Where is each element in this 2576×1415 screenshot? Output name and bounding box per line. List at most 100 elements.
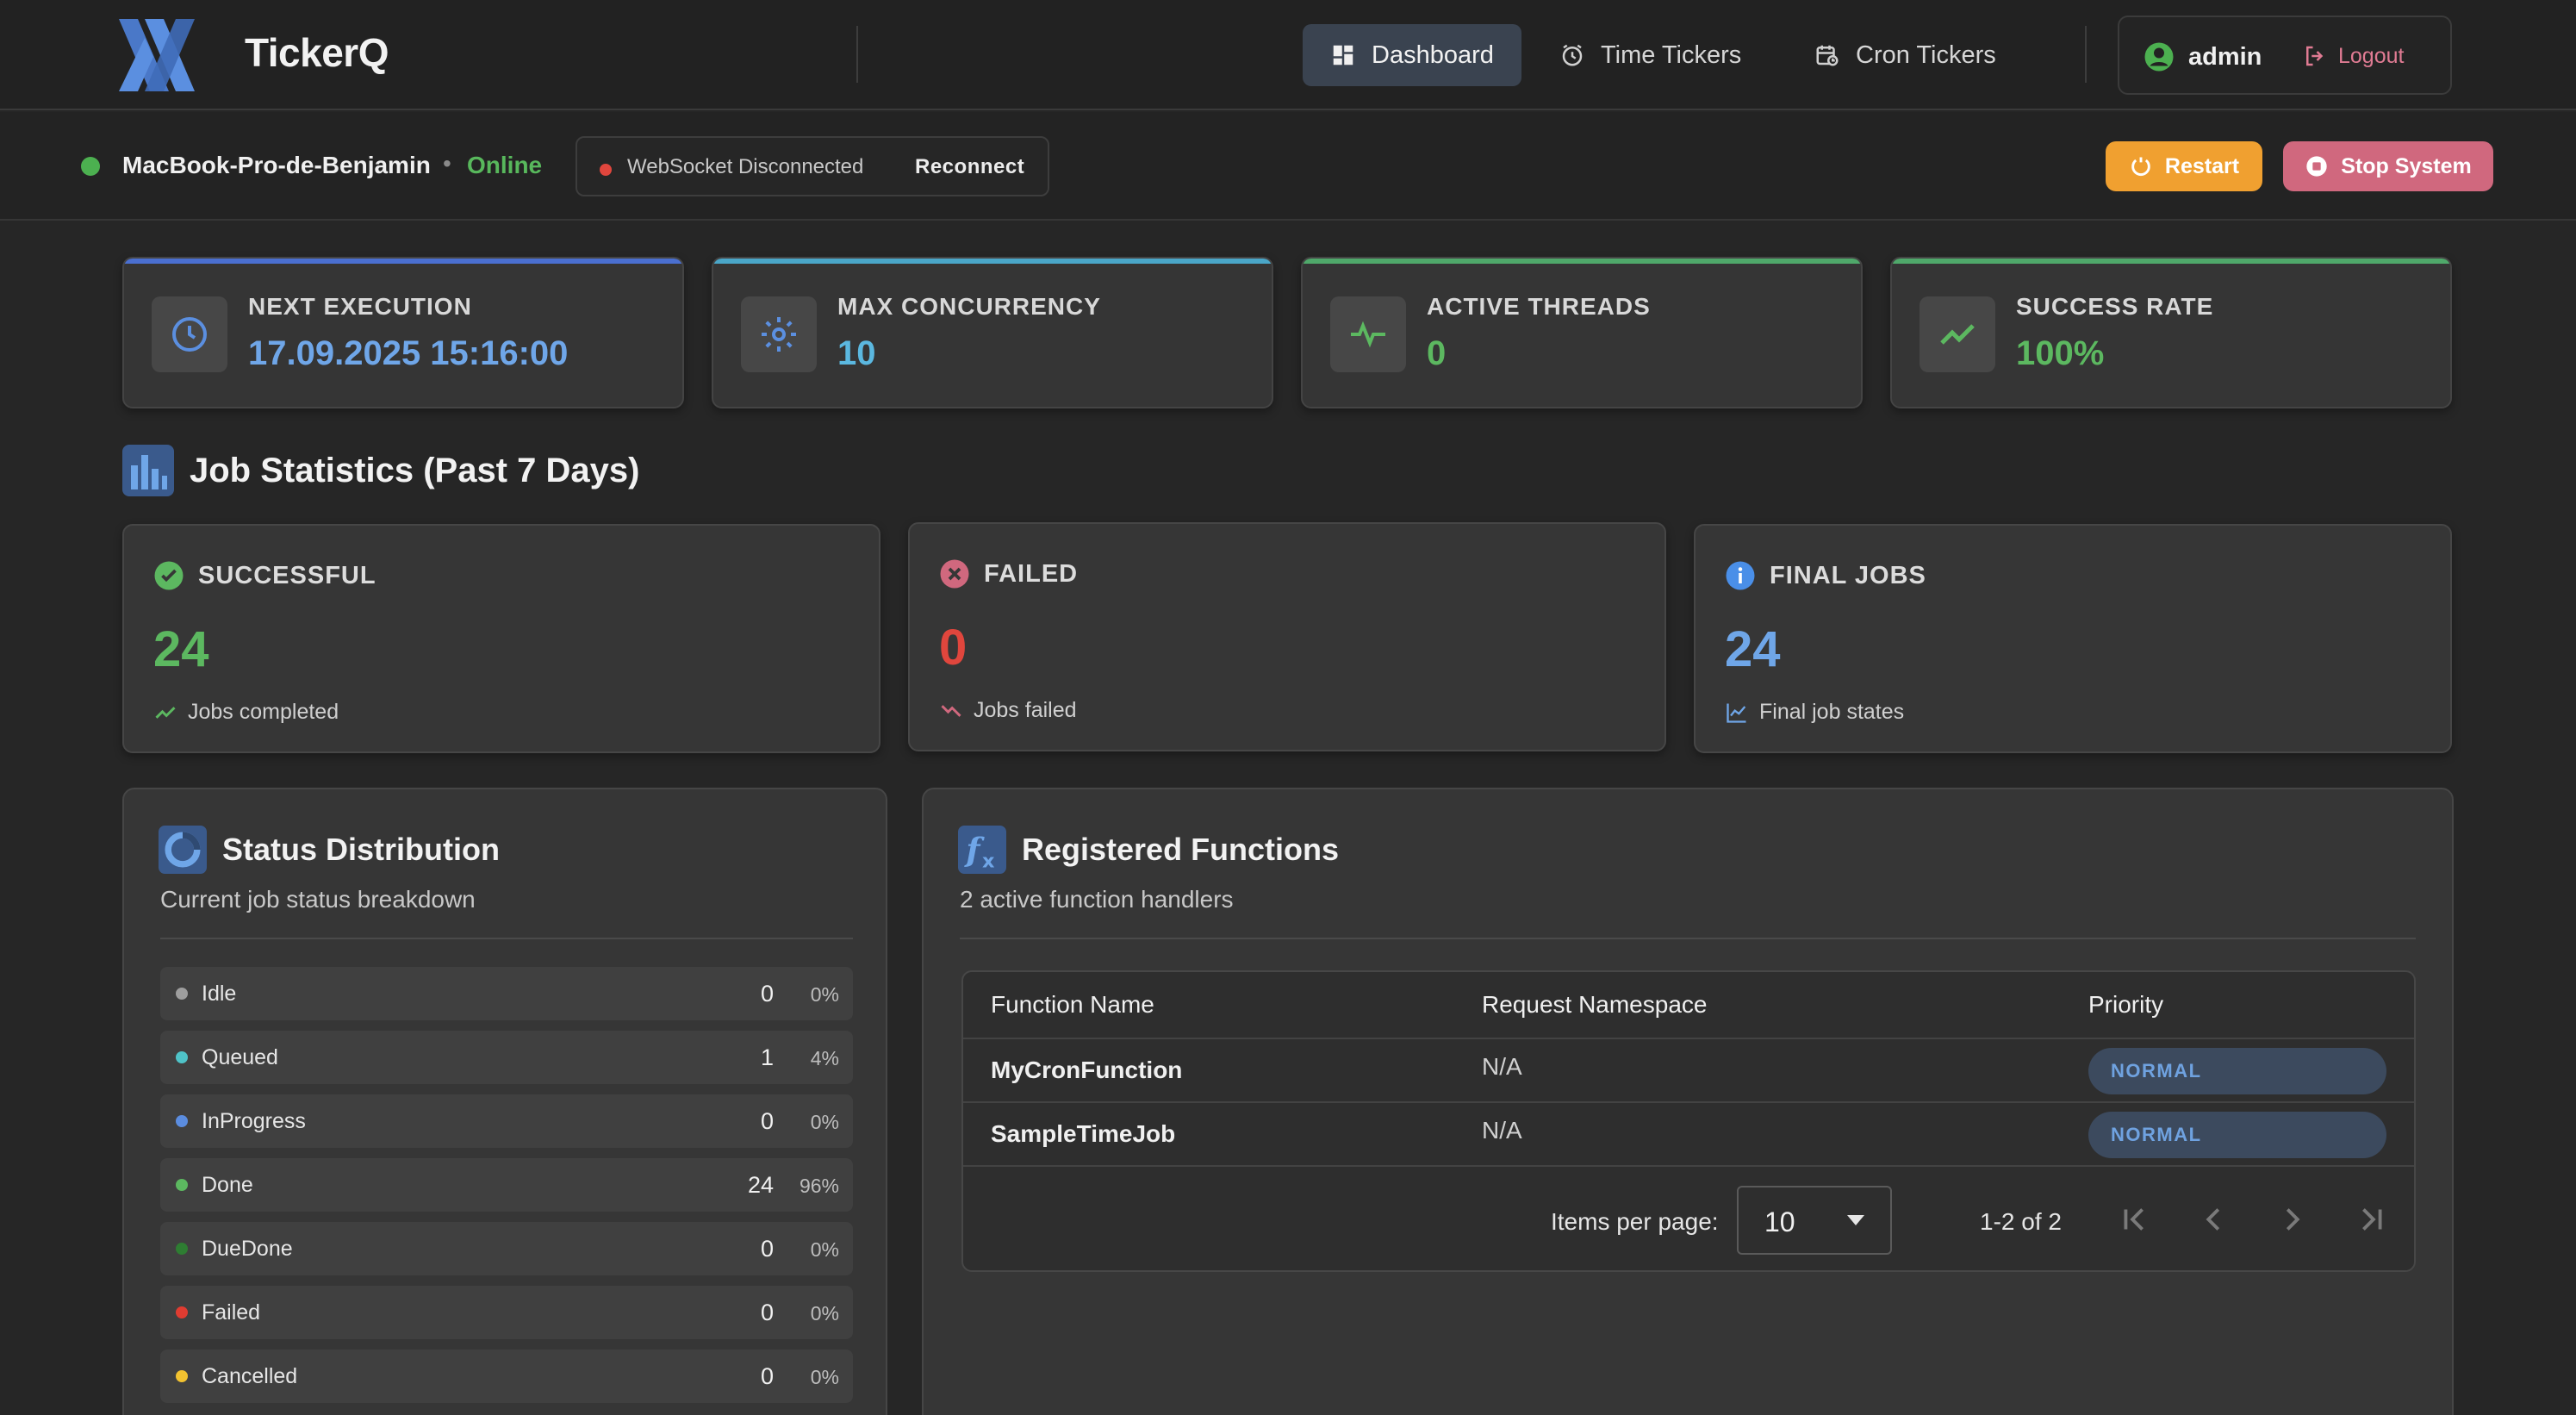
pulse-icon: [1351, 321, 1385, 348]
line-chart-icon: [1727, 703, 1746, 723]
job-card-header: FINAL JOBS: [1725, 560, 1926, 591]
status-percent: 0%: [810, 1366, 839, 1388]
stat-card-accent: [713, 259, 1272, 264]
first-page-icon: [2124, 1208, 2144, 1231]
table-row[interactable]: SampleTimeJob N/A NORMAL: [963, 1101, 2414, 1165]
websocket-status: WebSocket Disconnected Reconnect: [576, 136, 1049, 196]
status-row-failed: Failed 0 0%: [160, 1286, 853, 1339]
request-namespace: N/A: [1482, 1117, 1522, 1144]
job-statistics-heading: Job Statistics (Past 7 Days): [122, 445, 639, 496]
status-dot: [176, 1370, 188, 1382]
logout-button[interactable]: Logout: [2302, 43, 2404, 69]
job-card-sub: Jobs completed: [153, 700, 339, 725]
x-circle-icon: [940, 559, 969, 589]
host-separator: •: [443, 150, 451, 177]
nav-dashboard[interactable]: Dashboard: [1303, 24, 1521, 86]
stat-card-accent: [1892, 259, 2450, 264]
logout-label: Logout: [2338, 43, 2405, 68]
stop-system-button[interactable]: Stop System: [2283, 141, 2493, 191]
logout-icon: [2306, 46, 2324, 66]
job-card-label: SUCCESSFUL: [198, 561, 376, 589]
stop-system-label: Stop System: [2341, 153, 2472, 178]
panel-divider: [960, 938, 2416, 939]
online-status: Online: [467, 152, 543, 178]
job-card-sub: Jobs failed: [939, 698, 1077, 723]
check-circle-icon: [154, 561, 184, 590]
restart-icon: [2131, 157, 2150, 176]
panel-divider: [160, 938, 853, 939]
nav-cron-tickers[interactable]: Cron Tickers: [1787, 24, 2024, 86]
registered-functions-title: Registered Functions: [1022, 832, 1340, 867]
system-status-bar: MacBook-Pro-de-Benjamin • Online WebSock…: [0, 112, 2576, 221]
trending-up-icon: [1940, 324, 1975, 345]
restart-button[interactable]: Restart: [2106, 141, 2262, 191]
stat-value: 10: [837, 334, 876, 372]
column-header-function-name[interactable]: Function Name: [991, 991, 1154, 1019]
job-card-successful: SUCCESSFUL 24 Jobs completed: [122, 524, 880, 753]
stat-label: ACTIVE THREADS: [1427, 293, 1651, 320]
gear-icon: [762, 317, 796, 352]
stat-icon-box: [1330, 296, 1406, 372]
registered-functions-panel: fx Registered Functions 2 active functio…: [922, 788, 2454, 1415]
function-name: SampleTimeJob: [991, 1120, 1176, 1147]
status-count: 24: [747, 1172, 774, 1198]
column-header-priority[interactable]: Priority: [2088, 991, 2163, 1019]
status-dot: [176, 988, 188, 1000]
job-card-sub-text: Jobs completed: [188, 700, 339, 724]
status-name: Done: [202, 1173, 253, 1197]
job-card-label: FINAL JOBS: [1770, 561, 1926, 589]
nav-dashboard-label: Dashboard: [1372, 41, 1494, 69]
items-per-page-label: Items per page:: [1551, 1208, 1719, 1235]
job-card-final-jobs: FINAL JOBS 24 Final job states: [1694, 524, 2452, 753]
next-page-button[interactable]: [2273, 1200, 2312, 1239]
function-icon: fx: [958, 826, 1006, 874]
stat-card-success-rate: SUCCESS RATE 100%: [1890, 257, 2452, 408]
job-card-value: 0: [939, 620, 968, 676]
status-percent: 4%: [810, 1047, 839, 1069]
restart-label: Restart: [2164, 153, 2240, 178]
bar-chart-icon: [122, 445, 174, 496]
column-header-request-namespace[interactable]: Request Namespace: [1482, 991, 1707, 1019]
websocket-status-dot: [600, 164, 612, 176]
stat-label: NEXT EXECUTION: [248, 293, 472, 320]
registered-functions-subtitle: 2 active function handlers: [960, 886, 1234, 913]
status-name: Idle: [202, 982, 237, 1006]
job-card-header: SUCCESSFUL: [153, 560, 376, 591]
status-dot: [176, 1115, 188, 1127]
items-per-page-value: 10: [1764, 1206, 1795, 1237]
clock-icon: [172, 317, 207, 352]
reconnect-button[interactable]: Reconnect: [899, 146, 1040, 188]
nav-time-tickers[interactable]: Time Tickers: [1532, 24, 1769, 86]
job-card-sub-text: Jobs failed: [974, 698, 1077, 722]
stop-circle-icon: [2306, 156, 2327, 177]
user-name: admin: [2188, 43, 2262, 71]
status-name: DueDone: [202, 1237, 293, 1261]
trending-up-icon: [155, 706, 176, 719]
table-row[interactable]: MyCronFunction N/A NORMAL: [963, 1038, 2414, 1101]
status-row-idle: Idle 0 0%: [160, 967, 853, 1020]
status-percent: 0%: [810, 1238, 839, 1261]
stat-card-next-execution: NEXT EXECUTION 17.09.2025 15:16:00: [122, 257, 684, 408]
first-page-button[interactable]: [2114, 1200, 2154, 1239]
function-name: MyCronFunction: [991, 1057, 1183, 1083]
status-dot: [176, 1306, 188, 1318]
host-name: MacBook-Pro-de-Benjamin: [122, 152, 431, 178]
registered-functions-heading: fx Registered Functions: [958, 826, 1339, 874]
status-dot: [176, 1051, 188, 1063]
tickerq-logo[interactable]: [119, 19, 195, 91]
app-title: TickerQ: [245, 30, 389, 75]
status-row-cancelled: Cancelled 0 0%: [160, 1350, 853, 1403]
items-per-page-select[interactable]: 10: [1737, 1186, 1892, 1255]
donut-chart-icon: [159, 826, 207, 874]
previous-page-button[interactable]: [2193, 1200, 2233, 1239]
nav-cron-tickers-label: Cron Tickers: [1856, 41, 1996, 69]
calendar-clock-icon: [1816, 45, 1839, 66]
status-row-queued: Queued 1 4%: [160, 1031, 853, 1084]
status-row-inprogress: InProgress 0 0%: [160, 1094, 853, 1148]
status-row-done: Done 24 96%: [160, 1158, 853, 1212]
stat-value: 100%: [2016, 334, 2105, 372]
host-status-dot: [81, 157, 100, 176]
last-page-button[interactable]: [2352, 1200, 2392, 1239]
status-count: 0: [760, 981, 774, 1007]
job-card-value: 24: [1725, 621, 1781, 677]
